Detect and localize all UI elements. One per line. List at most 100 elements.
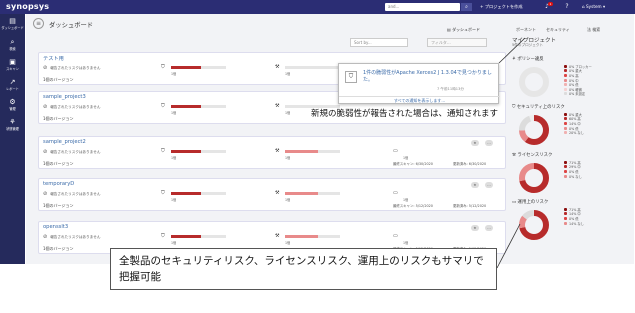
favorite-toggle[interactable]: ★ [471, 225, 479, 231]
operational-risk-count: 1個 [403, 198, 409, 202]
shield-icon: ⛉ [161, 64, 165, 70]
project-name[interactable]: sample_project2 [43, 139, 86, 145]
sidebar-item-label: ダッシュボード [1, 26, 24, 30]
project-name[interactable]: temporaryD [43, 181, 74, 187]
license-risk-count: 1個 [285, 72, 291, 76]
version-count: 1個のバージョン [43, 203, 74, 208]
legend-swatch [564, 64, 567, 68]
shield-icon: ⛉ [161, 190, 165, 196]
license-risk-count: 1個 [285, 241, 291, 245]
gavel-icon: ⚒ [275, 64, 280, 70]
legend-swatch [564, 207, 567, 211]
sidebar-item-search[interactable]: ⌕ 検索 [0, 38, 25, 51]
operational-risk-title: ▭ 運用上のリスク [512, 199, 548, 205]
sidebar-item-report[interactable]: ↗ レポート [0, 78, 25, 91]
sidebar-item-policy[interactable]: ⚘ 状態管理 [0, 118, 25, 131]
legend-swatch [564, 221, 567, 225]
favorite-toggle[interactable]: ★ [471, 140, 479, 146]
sidebar-item-label: 管理 [9, 107, 16, 111]
last-updated: 更新済み: 5/12/2020 [453, 204, 487, 208]
callout-summary-text: 全製品のセキュリティリスク、ライセンスリスク、運用上のリスクもサマリで把握可能 [119, 255, 484, 283]
no-risk-icon: ⊘ [43, 104, 48, 110]
tab-license[interactable]: 法 検索 [587, 27, 600, 33]
project-name[interactable]: sample_project3 [43, 94, 86, 100]
sidebar-item-label: スキャン [6, 67, 19, 71]
favorite-toggle[interactable]: ★ [471, 182, 479, 188]
policy-icon: ⚘ [9, 118, 16, 126]
license-risk-fill [285, 192, 318, 195]
system-menu[interactable]: ⌂ System ▾ [582, 3, 605, 11]
license-risk-bar [285, 235, 340, 238]
sort-select[interactable]: Sort by... [350, 38, 408, 47]
shield-icon: ⛉ [161, 148, 165, 154]
legend-item: 0% なし [564, 174, 624, 179]
system-menu-label: System [586, 4, 602, 9]
no-risk-text: 報告されたリスクはありません [50, 150, 101, 154]
project-card[interactable]: sample_project2 ★ … ⊘ 報告されたリスクはありません 1個のバ… [38, 136, 506, 169]
license-risk-bar [285, 192, 340, 195]
filter-input[interactable]: フィルタ... [427, 38, 487, 47]
legend-item: 0% 未設定 [564, 92, 624, 96]
legend-swatch [564, 174, 567, 178]
version-count: 1個のバージョン [43, 77, 74, 82]
policy-violation-title: ⚘ ポリシー違反 [512, 56, 544, 62]
no-risk-message: ⊘ 報告されたリスクはありません [43, 65, 100, 71]
security-risk-count: 1個 [171, 72, 177, 76]
project-name[interactable]: opensslt3 [43, 224, 68, 230]
legend-swatch [564, 73, 567, 77]
see-all-notifications-link[interactable]: すべての通知を表示します... [339, 96, 500, 104]
legend-swatch [564, 117, 567, 121]
page-title: ダッシュボード [49, 22, 94, 29]
tab-component[interactable]: ポーネント [516, 27, 536, 33]
notification-message[interactable]: 1件の脆弱性がApache Xerces2 J 1.3.04で見つかりました。 [363, 70, 493, 83]
security-risk-bar [171, 235, 226, 238]
operational-risk-donut [519, 210, 549, 240]
project-card[interactable]: temporaryD ★ … ⊘ 報告されたリスクはありません 1個のバージョン … [38, 178, 506, 211]
create-project-button[interactable]: + プロジェクトを作成 [480, 3, 523, 11]
menu-icon[interactable]: ≡ [33, 18, 44, 29]
license-risk-label: ライセンスリスク [517, 153, 553, 158]
legend-swatch [564, 69, 567, 73]
no-risk-icon: ⊘ [43, 65, 48, 71]
more-toggle[interactable]: … [485, 182, 493, 188]
no-risk-message: ⊘ 報告されたリスクはありません [43, 149, 100, 155]
license-risk-bar [285, 66, 340, 69]
legend-label: 14% なし [569, 221, 584, 226]
license-risk-count: 1個 [285, 111, 291, 115]
security-risk-bar [171, 105, 226, 108]
security-risk-donut [519, 115, 549, 145]
top-bar: synopsys and... ⌕ + プロジェクトを作成 ♪ 1 ? ⌂ Sy… [0, 0, 635, 14]
legend-swatch [564, 160, 567, 164]
help-icon[interactable]: ? [562, 3, 572, 11]
security-risk-count: 1個 [171, 198, 177, 202]
security-risk-count: 1個 [171, 241, 177, 245]
sidebar-item-scan[interactable]: ▣ スキャン [0, 58, 25, 71]
notification-time: 7 午前11時13分 [437, 87, 464, 91]
search-button[interactable]: ⌕ [461, 3, 472, 11]
legend-item: 14% なし [564, 221, 624, 226]
synopsys-logo: synopsys [6, 2, 50, 11]
version-count: 1個のバージョン [43, 161, 74, 166]
tab-security[interactable]: セキュリティ [546, 27, 570, 33]
last-scan: 最終スキャン: 5/12/2020 [393, 204, 433, 208]
project-name[interactable]: テスト用 [43, 55, 64, 62]
sidebar-item-dashboard[interactable]: ▤ ダッシュボード [0, 17, 25, 30]
sidebar-item-admin[interactable]: ⚙ 管理 [0, 98, 25, 111]
operational-risk-label: 運用上のリスク [517, 200, 549, 205]
legend-item: 20% なし [564, 130, 624, 135]
more-toggle[interactable]: … [485, 225, 493, 231]
legend-swatch [564, 212, 567, 216]
shield-icon: ⛉ [161, 103, 165, 109]
no-risk-text: 報告されたリスクはありません [50, 235, 101, 239]
legend-label: 20% なし [569, 131, 584, 136]
shield-icon: ⛉ [345, 71, 357, 83]
policy-legend: 0% ブロッカー 0% 重大 0% 高 0% 中 0% 低 0% 軽微 0% 未設定 [564, 64, 624, 96]
no-risk-icon: ⊘ [43, 191, 48, 197]
last-scan: 最終スキャン: 6/30/2020 [393, 162, 433, 166]
gavel-icon: ⚒ [275, 103, 280, 109]
tab-dashboard[interactable]: ▤ ダッシュボード [447, 27, 480, 35]
search-input[interactable]: and... [385, 3, 460, 11]
security-risk-section: ⛉ セキュリティ上のリスク 0% 重大 60% 高 14% 中 0% 低 20% なし [512, 104, 632, 150]
search-icon: ⌕ [10, 38, 15, 46]
more-toggle[interactable]: … [485, 140, 493, 146]
